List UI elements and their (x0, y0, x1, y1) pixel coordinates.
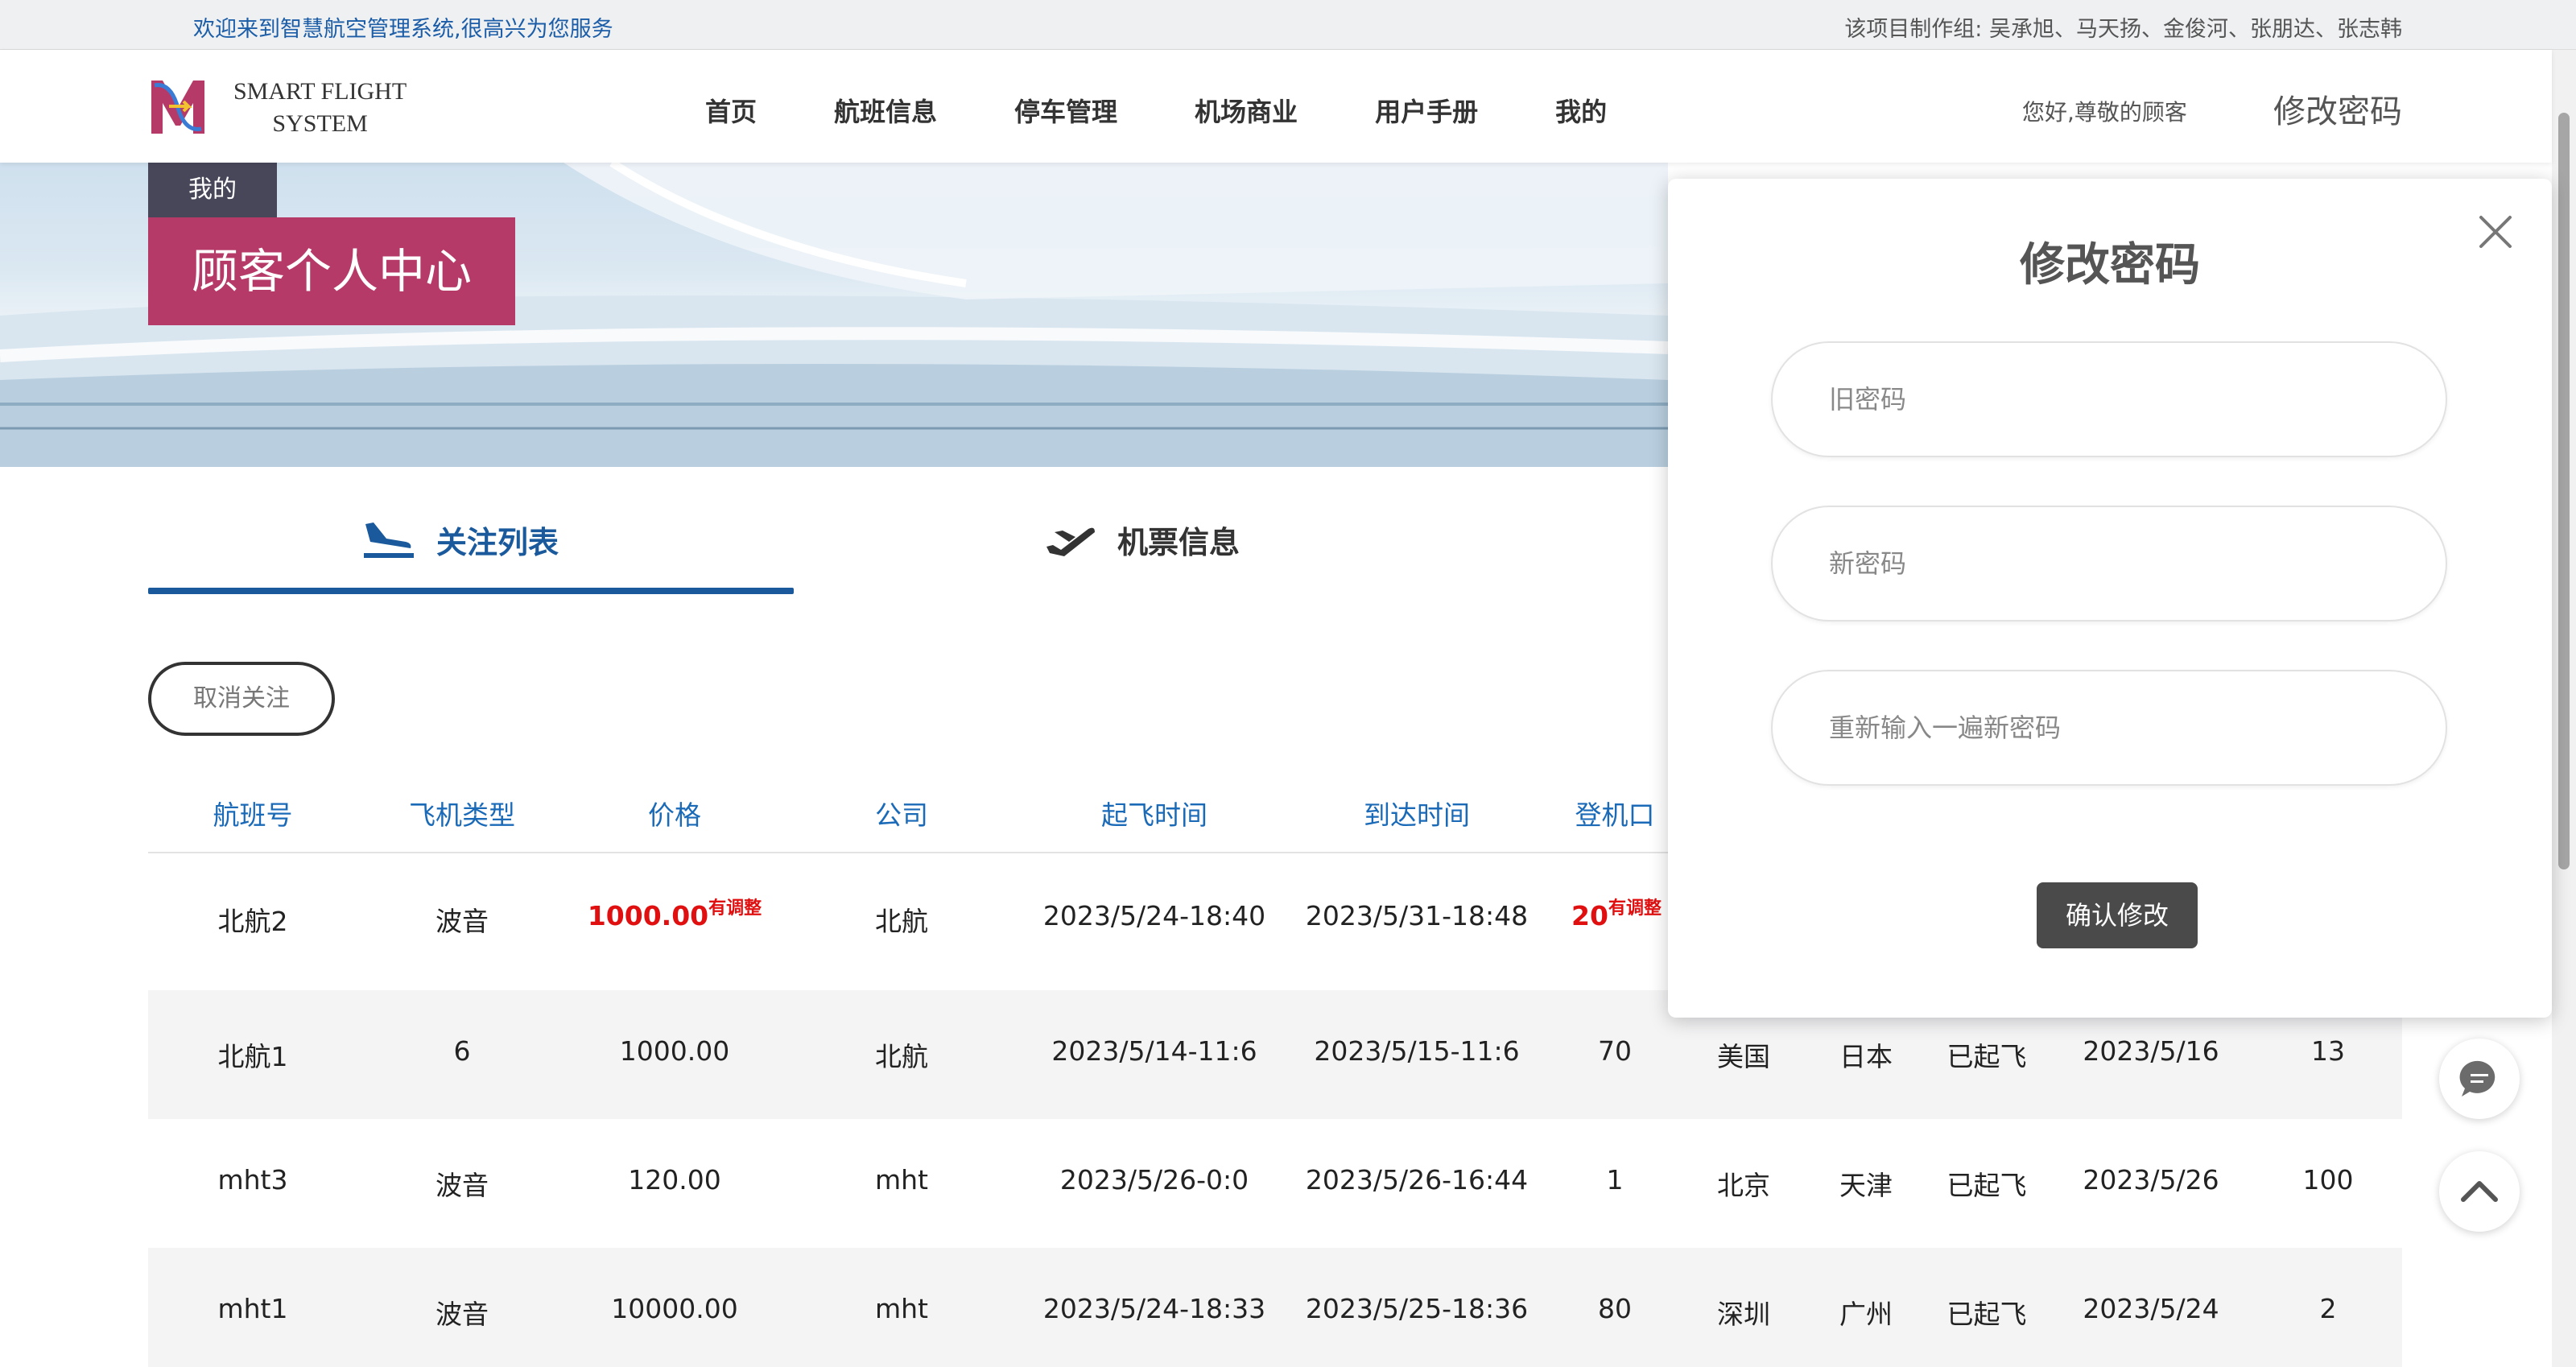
page-title: 顾客个人中心 (148, 217, 515, 325)
scrollbar-thumb[interactable] (2558, 113, 2570, 869)
cell-status: 已起飞 (1946, 1299, 2027, 1330)
cell-aircraft-type: 波音 (436, 1299, 489, 1330)
cell-gate: 1 (1606, 1164, 1624, 1196)
cell-number: 100 (2302, 1164, 2354, 1196)
cell-arrive-time: 2023/5/26-16:44 (1305, 1164, 1529, 1196)
cell-gate: 70 (1598, 1035, 1632, 1067)
col-header-arrive-time[interactable]: 到达时间 (1364, 794, 1470, 832)
cell-depart-time: 2023/5/26-0:0 (1059, 1164, 1249, 1196)
nav-item-flight-info[interactable]: 航班信息 (834, 92, 937, 129)
cell-company: mht (875, 1164, 928, 1196)
logo-icon[interactable] (147, 74, 209, 140)
nav-item-airport-business[interactable]: 机场商业 (1195, 92, 1298, 129)
cell-flight-no: 北航2 (217, 906, 288, 937)
gate-value: 20 (1571, 900, 1608, 931)
cell-price: 10000.00 (611, 1293, 738, 1324)
cell-status: 已起飞 (1946, 1041, 2027, 1072)
cell-price-adjusted: 1000.00有调整 (587, 898, 762, 931)
cell-aircraft-type: 6 (453, 1035, 471, 1067)
close-icon[interactable] (2471, 208, 2520, 256)
tab-follow-list-label: 关注列表 (436, 524, 559, 560)
main-navbar: SMART FLIGHT SYSTEM 首页 航班信息 停车管理 机场商业 用户… (0, 50, 2552, 163)
cell-date: 2023/5/16 (2083, 1035, 2219, 1067)
col-header-depart-time[interactable]: 起飞时间 (1101, 794, 1208, 832)
brand-line-2: SYSTEM (272, 110, 368, 137)
old-password-input[interactable] (1771, 341, 2447, 457)
welcome-text: 欢迎来到智慧航空管理系统,很高兴为您服务 (193, 17, 613, 42)
credits-text: 该项目制作组: 吴承旭、马天扬、金俊河、张朋达、张志韩 (1844, 17, 2402, 42)
greeting-text: 您好,尊敬的顾客 (2022, 99, 2187, 126)
cell-number: 2 (2319, 1293, 2337, 1324)
plane-landing-icon (364, 522, 414, 558)
cell-status: 已起飞 (1946, 1170, 2027, 1201)
cell-origin: 美国 (1717, 1041, 1770, 1072)
top-info-bar: 欢迎来到智慧航空管理系统,很高兴为您服务 该项目制作组: 吴承旭、马天扬、金俊河… (0, 0, 2576, 50)
change-password-link[interactable]: 修改密码 (2273, 85, 2402, 132)
col-header-company[interactable]: 公司 (875, 794, 928, 832)
adjusted-tag: 有调整 (708, 898, 762, 919)
price-value: 1000.00 (587, 900, 709, 931)
plane-takeoff-icon (1046, 527, 1095, 556)
cell-arrive-time: 2023/5/25-18:36 (1305, 1293, 1529, 1324)
col-header-flight-no[interactable]: 航班号 (213, 794, 293, 832)
cell-flight-no: mht1 (217, 1293, 288, 1324)
nav-item-mine[interactable]: 我的 (1555, 92, 1607, 129)
cell-origin: 北京 (1717, 1170, 1770, 1201)
page-root: 欢迎来到智慧航空管理系统,很高兴为您服务 该项目制作组: 吴承旭、马天扬、金俊河… (0, 0, 2576, 1367)
cell-aircraft-type: 波音 (436, 906, 489, 937)
cell-price: 1000.00 (619, 1035, 730, 1067)
cell-gate-adjusted: 20有调整 (1571, 898, 1662, 931)
cell-depart-time: 2023/5/14-11:6 (1051, 1035, 1257, 1067)
brand-name: SMART FLIGHT SYSTEM (233, 76, 407, 140)
tab-follow-list[interactable]: 关注列表 (362, 507, 559, 572)
nav-item-home[interactable]: 首页 (705, 92, 757, 129)
cell-number: 13 (2311, 1035, 2345, 1067)
cell-company: mht (875, 1293, 928, 1324)
tab-ticket-info-label: 机票信息 (1117, 524, 1241, 560)
page-scrollbar[interactable] (2552, 50, 2576, 1367)
cell-flight-no: mht3 (217, 1164, 288, 1196)
cell-flight-no: 北航1 (217, 1041, 288, 1072)
breadcrumb[interactable]: 我的 (148, 163, 277, 217)
dialog-title: 修改密码 (2020, 239, 2200, 291)
adjusted-tag: 有调整 (1608, 898, 1662, 919)
cell-arrive-time: 2023/5/15-11:6 (1314, 1035, 1520, 1067)
nav-item-user-manual[interactable]: 用户手册 (1375, 92, 1478, 129)
cell-destination: 天津 (1839, 1170, 1893, 1201)
col-header-price[interactable]: 价格 (648, 794, 701, 832)
brand-line-1: SMART FLIGHT (233, 78, 407, 105)
table-row[interactable]: mht3 波音 120.00 mht 2023/5/26-0:0 2023/5/… (148, 1119, 2402, 1248)
cell-destination: 日本 (1839, 1041, 1893, 1072)
cell-depart-time: 2023/5/24-18:40 (1042, 900, 1266, 931)
confirm-password-input[interactable] (1771, 670, 2447, 786)
cell-date: 2023/5/26 (2083, 1164, 2219, 1196)
nav-menu: 首页 航班信息 停车管理 机场商业 用户手册 我的 (705, 92, 1684, 129)
table-row[interactable]: mht1 波音 10000.00 mht 2023/5/24-18:33 202… (148, 1248, 2402, 1367)
cell-arrive-time: 2023/5/31-18:48 (1305, 900, 1529, 931)
col-header-aircraft-type[interactable]: 飞机类型 (409, 794, 515, 832)
nav-item-parking[interactable]: 停车管理 (1014, 92, 1117, 129)
cell-aircraft-type: 波音 (436, 1170, 489, 1201)
cell-gate: 80 (1598, 1293, 1632, 1324)
cell-origin: 深圳 (1717, 1299, 1770, 1330)
back-to-top-button[interactable] (2439, 1151, 2520, 1232)
cell-price: 120.00 (628, 1164, 721, 1196)
tab-ticket-info[interactable]: 机票信息 (1043, 507, 1240, 572)
cell-destination: 广州 (1839, 1299, 1893, 1330)
cell-date: 2023/5/24 (2083, 1293, 2219, 1324)
chevron-up-icon (2461, 1181, 2498, 1202)
active-tab-indicator (148, 588, 794, 594)
cell-company: 北航 (875, 906, 928, 937)
new-password-input[interactable] (1771, 506, 2447, 622)
col-header-gate[interactable]: 登机口 (1575, 794, 1655, 832)
change-password-dialog: 修改密码 确认修改 (1668, 179, 2552, 1018)
confirm-change-button[interactable]: 确认修改 (2037, 882, 2198, 948)
cell-depart-time: 2023/5/24-18:33 (1042, 1293, 1266, 1324)
chat-icon (2459, 1060, 2496, 1096)
cell-company: 北航 (875, 1041, 928, 1072)
chat-button[interactable] (2439, 1039, 2520, 1119)
cancel-follow-button[interactable]: 取消关注 (148, 662, 335, 736)
